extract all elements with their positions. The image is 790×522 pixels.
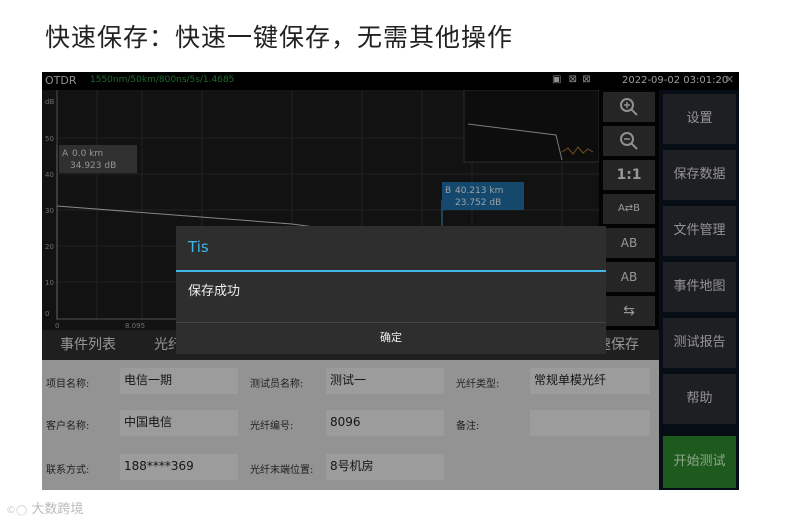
save-success-dialog: Tis 保存成功 确定 (176, 226, 606, 354)
page-headline: 快速保存：快速一键保存，无需其他操作 (45, 23, 514, 52)
dialog-message: 保存成功 (188, 284, 241, 299)
watermark-text: 大数跨境 (31, 502, 84, 517)
device-screen: OTDR 1550nm/50km/800ns/5s/1.4685 ▣ ⊠ ⊠ 2… (42, 72, 739, 490)
watermark: ©◯ 大数跨境 (6, 498, 83, 517)
watermark-logo-icon: ©◯ (6, 505, 28, 516)
dialog-title: Tis (188, 238, 209, 256)
dialog-divider (176, 270, 606, 272)
dialog-ok-button[interactable]: 确定 (176, 322, 606, 355)
